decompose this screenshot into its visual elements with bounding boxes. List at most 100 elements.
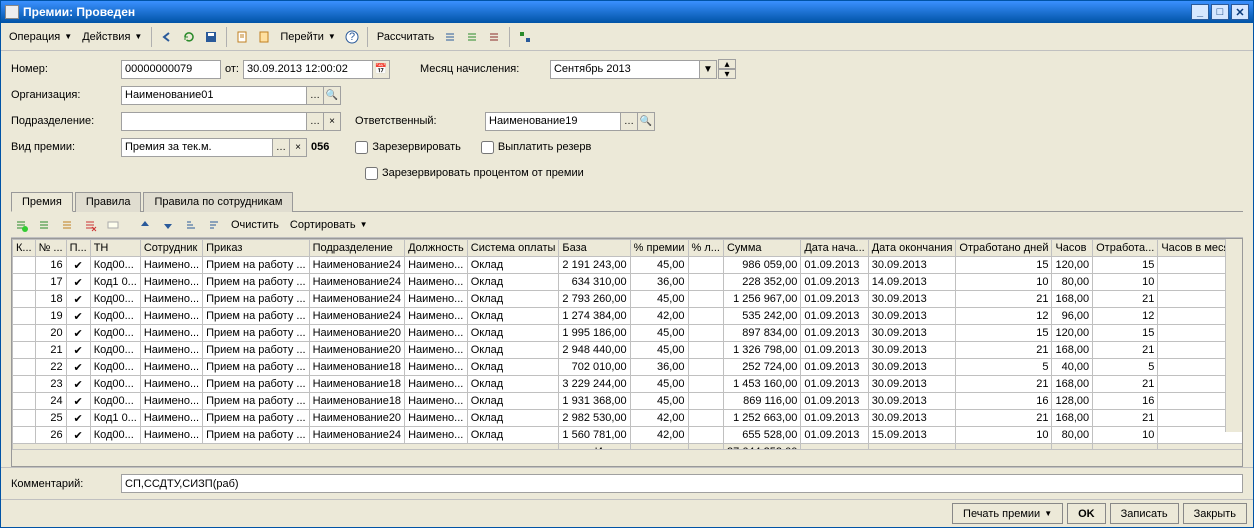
move-up-icon[interactable] <box>135 215 155 235</box>
reserve-checkbox[interactable]: Зарезервировать <box>355 141 461 154</box>
col-header[interactable]: База <box>559 240 630 257</box>
org-search-button[interactable]: 🔍 <box>323 86 341 105</box>
calculate-button[interactable]: Рассчитать <box>373 29 438 45</box>
from-label: от: <box>225 63 239 75</box>
month-input[interactable] <box>554 61 696 78</box>
doc-action-icon[interactable] <box>254 27 274 47</box>
end-edit-icon[interactable] <box>103 215 123 235</box>
save-button[interactable]: Записать <box>1110 503 1179 524</box>
table-row[interactable]: 19 ✔ Код00...Наимено...Прием на работу .… <box>13 308 1243 325</box>
dept-label: Подразделение: <box>11 115 121 127</box>
col-header[interactable]: Отработано дней <box>956 240 1052 257</box>
comment-input[interactable] <box>125 475 1239 492</box>
col-header[interactable]: Часов <box>1052 240 1093 257</box>
table-row[interactable]: 24 ✔ Код00...Наимено...Прием на работу .… <box>13 393 1243 410</box>
col-header[interactable]: ТН <box>90 240 140 257</box>
horizontal-scrollbar[interactable] <box>12 449 1242 466</box>
reserve-pct-checkbox[interactable]: Зарезервировать процентом от премии <box>365 167 584 180</box>
col-header[interactable]: Сумма <box>723 240 800 257</box>
table-row[interactable]: 17 ✔ Код1 0...Наимено...Прием на работу … <box>13 274 1243 291</box>
tab-rules-emp[interactable]: Правила по сотрудникам <box>143 192 293 212</box>
month-up-button[interactable]: ▴ <box>718 59 736 69</box>
dept-input[interactable] <box>125 113 303 130</box>
move-down-icon[interactable] <box>158 215 178 235</box>
table-row[interactable]: 21 ✔ Код00...Наимено...Прием на работу .… <box>13 342 1243 359</box>
col-header[interactable]: Дата нача... <box>801 240 868 257</box>
copy-row-icon[interactable] <box>34 215 54 235</box>
list2-icon[interactable] <box>462 27 482 47</box>
type-input[interactable] <box>125 139 269 156</box>
type-select-button[interactable]: … <box>272 138 290 157</box>
table-row[interactable]: 16 ✔ Код00...Наимено...Прием на работу .… <box>13 257 1243 274</box>
col-header[interactable]: Подразделение <box>309 240 405 257</box>
col-header[interactable]: Дата окончания <box>868 240 956 257</box>
type-clear-button[interactable]: × <box>289 138 307 157</box>
month-down-button[interactable]: ▾ <box>718 69 736 79</box>
col-header[interactable]: Сотрудник <box>140 240 202 257</box>
app-icon <box>5 5 19 19</box>
number-input[interactable] <box>125 61 217 78</box>
add-row-icon[interactable] <box>11 215 31 235</box>
table-row[interactable]: 20 ✔ Код00...Наимено...Прием на работу .… <box>13 325 1243 342</box>
date-input[interactable] <box>247 61 369 78</box>
type-label: Вид премии: <box>11 141 121 153</box>
table-row[interactable]: 25 ✔ Код1 0...Наимено...Прием на работу … <box>13 410 1243 427</box>
actions-menu[interactable]: Действия▼ <box>78 29 146 45</box>
month-dropdown-button[interactable]: ▼ <box>699 60 717 79</box>
comment-label: Комментарий: <box>11 478 121 490</box>
clear-button[interactable]: Очистить <box>227 217 283 233</box>
org-select-button[interactable]: … <box>306 86 324 105</box>
vertical-scrollbar[interactable] <box>1225 239 1242 432</box>
org-label: Организация: <box>11 89 121 101</box>
resp-select-button[interactable]: … <box>620 112 638 131</box>
close-button[interactable]: Закрыть <box>1183 503 1247 524</box>
col-header[interactable]: Система оплаты <box>467 240 559 257</box>
ok-button[interactable]: OK <box>1067 503 1106 524</box>
dept-clear-button[interactable]: × <box>323 112 341 131</box>
tabs: Премия Правила Правила по сотрудникам <box>11 191 1243 212</box>
data-grid[interactable]: К...№ ...П...ТНСотрудникПриказПодразделе… <box>11 238 1243 467</box>
save-icon[interactable] <box>201 27 221 47</box>
col-header[interactable]: К... <box>13 240 36 257</box>
col-header[interactable]: % л... <box>688 240 723 257</box>
edit-row-icon[interactable] <box>57 215 77 235</box>
goto-menu[interactable]: Перейти▼ <box>276 29 340 45</box>
delete-row-icon[interactable] <box>80 215 100 235</box>
resp-search-button[interactable]: 🔍 <box>637 112 655 131</box>
help-icon[interactable]: ? <box>342 27 362 47</box>
minimize-button[interactable]: _ <box>1191 4 1209 20</box>
col-header[interactable]: П... <box>66 240 90 257</box>
col-header[interactable]: № ... <box>35 240 66 257</box>
table-row[interactable]: 26 ✔ Код00...Наимено...Прием на работу .… <box>13 427 1243 444</box>
svg-text:?: ? <box>349 31 355 43</box>
resp-input[interactable] <box>489 113 617 130</box>
extra-icon[interactable] <box>515 27 535 47</box>
number-label: Номер: <box>11 63 121 75</box>
col-header[interactable]: % премии <box>630 240 688 257</box>
tab-rules[interactable]: Правила <box>75 192 142 212</box>
list3-icon[interactable] <box>484 27 504 47</box>
doc-new-icon[interactable] <box>232 27 252 47</box>
refresh-icon[interactable] <box>179 27 199 47</box>
maximize-button[interactable]: □ <box>1211 4 1229 20</box>
dept-select-button[interactable]: … <box>306 112 324 131</box>
type-code: 056 <box>311 141 329 153</box>
pay-reserve-checkbox[interactable]: Выплатить резерв <box>481 141 592 154</box>
sort-asc-icon[interactable] <box>181 215 201 235</box>
print-button[interactable]: Печать премии▼ <box>952 503 1063 524</box>
org-input[interactable] <box>125 87 303 104</box>
back-icon[interactable] <box>157 27 177 47</box>
list1-icon[interactable] <box>440 27 460 47</box>
table-row[interactable]: 18 ✔ Код00...Наимено...Прием на работу .… <box>13 291 1243 308</box>
date-picker-button[interactable]: 📅 <box>372 60 390 79</box>
operation-menu[interactable]: Операция▼ <box>5 29 76 45</box>
table-row[interactable]: 22 ✔ Код00...Наимено...Прием на работу .… <box>13 359 1243 376</box>
sort-desc-icon[interactable] <box>204 215 224 235</box>
table-row[interactable]: 23 ✔ Код00...Наимено...Прием на работу .… <box>13 376 1243 393</box>
tab-premium[interactable]: Премия <box>11 192 73 212</box>
close-window-button[interactable]: ✕ <box>1231 4 1249 20</box>
col-header[interactable]: Должность <box>405 240 468 257</box>
col-header[interactable]: Отработа... <box>1093 240 1158 257</box>
col-header[interactable]: Приказ <box>203 240 309 257</box>
sort-menu[interactable]: Сортировать▼ <box>286 217 372 233</box>
